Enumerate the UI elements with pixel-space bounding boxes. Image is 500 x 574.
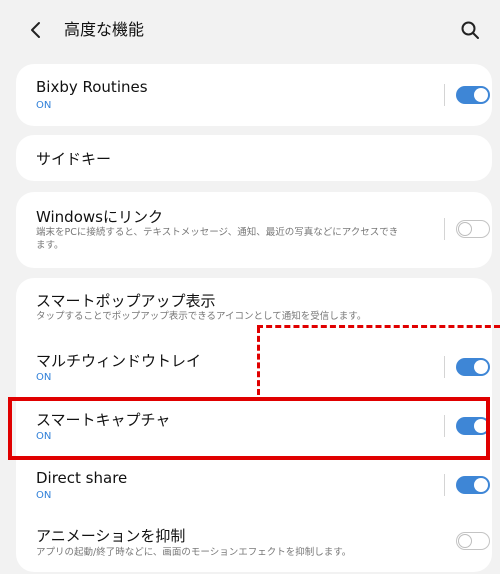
setting-title: Direct share xyxy=(36,469,128,487)
direct-share-toggle[interactable] xyxy=(456,476,490,494)
setting-description: ます。 xyxy=(36,240,64,251)
link-to-windows-toggle[interactable] xyxy=(456,220,490,238)
setting-title: アニメーションを抑制 xyxy=(36,527,186,545)
setting-row-bixby-routines[interactable]: Bixby Routines ON xyxy=(16,64,492,126)
divider xyxy=(444,218,445,240)
screen: 高度な機能 Bixby Routines ON サイドキー Windowsにリン… xyxy=(8,0,492,574)
reduce-animations-toggle[interactable] xyxy=(456,532,490,550)
divider xyxy=(444,356,445,378)
setting-status: ON xyxy=(36,100,52,111)
setting-description: 端末をPCに接続すると、テキストメッセージ、通知、最近の写真などにアクセスでき xyxy=(36,227,399,238)
setting-status: ON xyxy=(36,490,52,501)
chevron-left-icon xyxy=(31,22,40,38)
setting-description: アプリの起動/終了時などに、画面のモーションエフェクトを抑制します。 xyxy=(36,547,352,558)
card-bixby: Bixby Routines ON xyxy=(16,64,492,126)
annotation-highlight-box xyxy=(8,397,490,460)
back-button[interactable] xyxy=(24,18,48,42)
setting-row-multi-window-tray[interactable]: マルチウィンドウトレイ ON xyxy=(16,336,492,396)
card-side-key: サイドキー xyxy=(16,135,492,181)
setting-title: Windowsにリンク xyxy=(36,208,163,226)
setting-row-side-key[interactable]: サイドキー xyxy=(16,135,492,181)
page-title: 高度な機能 xyxy=(64,20,145,39)
card-link-to-windows: Windowsにリンク 端末をPCに接続すると、テキストメッセージ、通知、最近の… xyxy=(16,192,492,268)
setting-title: Bixby Routines xyxy=(36,78,148,96)
top-app-bar: 高度な機能 xyxy=(8,0,492,60)
multi-window-tray-toggle[interactable] xyxy=(456,358,490,376)
setting-description: タップすることでポップアップ表示できるアイコンとして通知を受信します。 xyxy=(36,311,367,322)
search-button[interactable] xyxy=(458,18,482,42)
bixby-routines-toggle[interactable] xyxy=(456,86,490,104)
setting-row-direct-share[interactable]: Direct share ON xyxy=(16,459,492,515)
divider xyxy=(444,84,445,106)
setting-title: マルチウィンドウトレイ xyxy=(36,352,202,370)
search-icon xyxy=(461,21,479,39)
setting-title: サイドキー xyxy=(36,150,112,168)
setting-status: ON xyxy=(36,372,52,383)
setting-row-link-to-windows[interactable]: Windowsにリンク 端末をPCに接続すると、テキストメッセージ、通知、最近の… xyxy=(16,192,492,268)
annotation-dashed-line xyxy=(257,325,500,328)
divider xyxy=(444,474,445,496)
annotation-dashed-line xyxy=(257,327,260,395)
setting-title: スマートポップアップ表示 xyxy=(36,292,216,310)
setting-row-reduce-animations[interactable]: アニメーションを抑制 アプリの起動/終了時などに、画面のモーションエフェクトを抑… xyxy=(16,515,492,572)
